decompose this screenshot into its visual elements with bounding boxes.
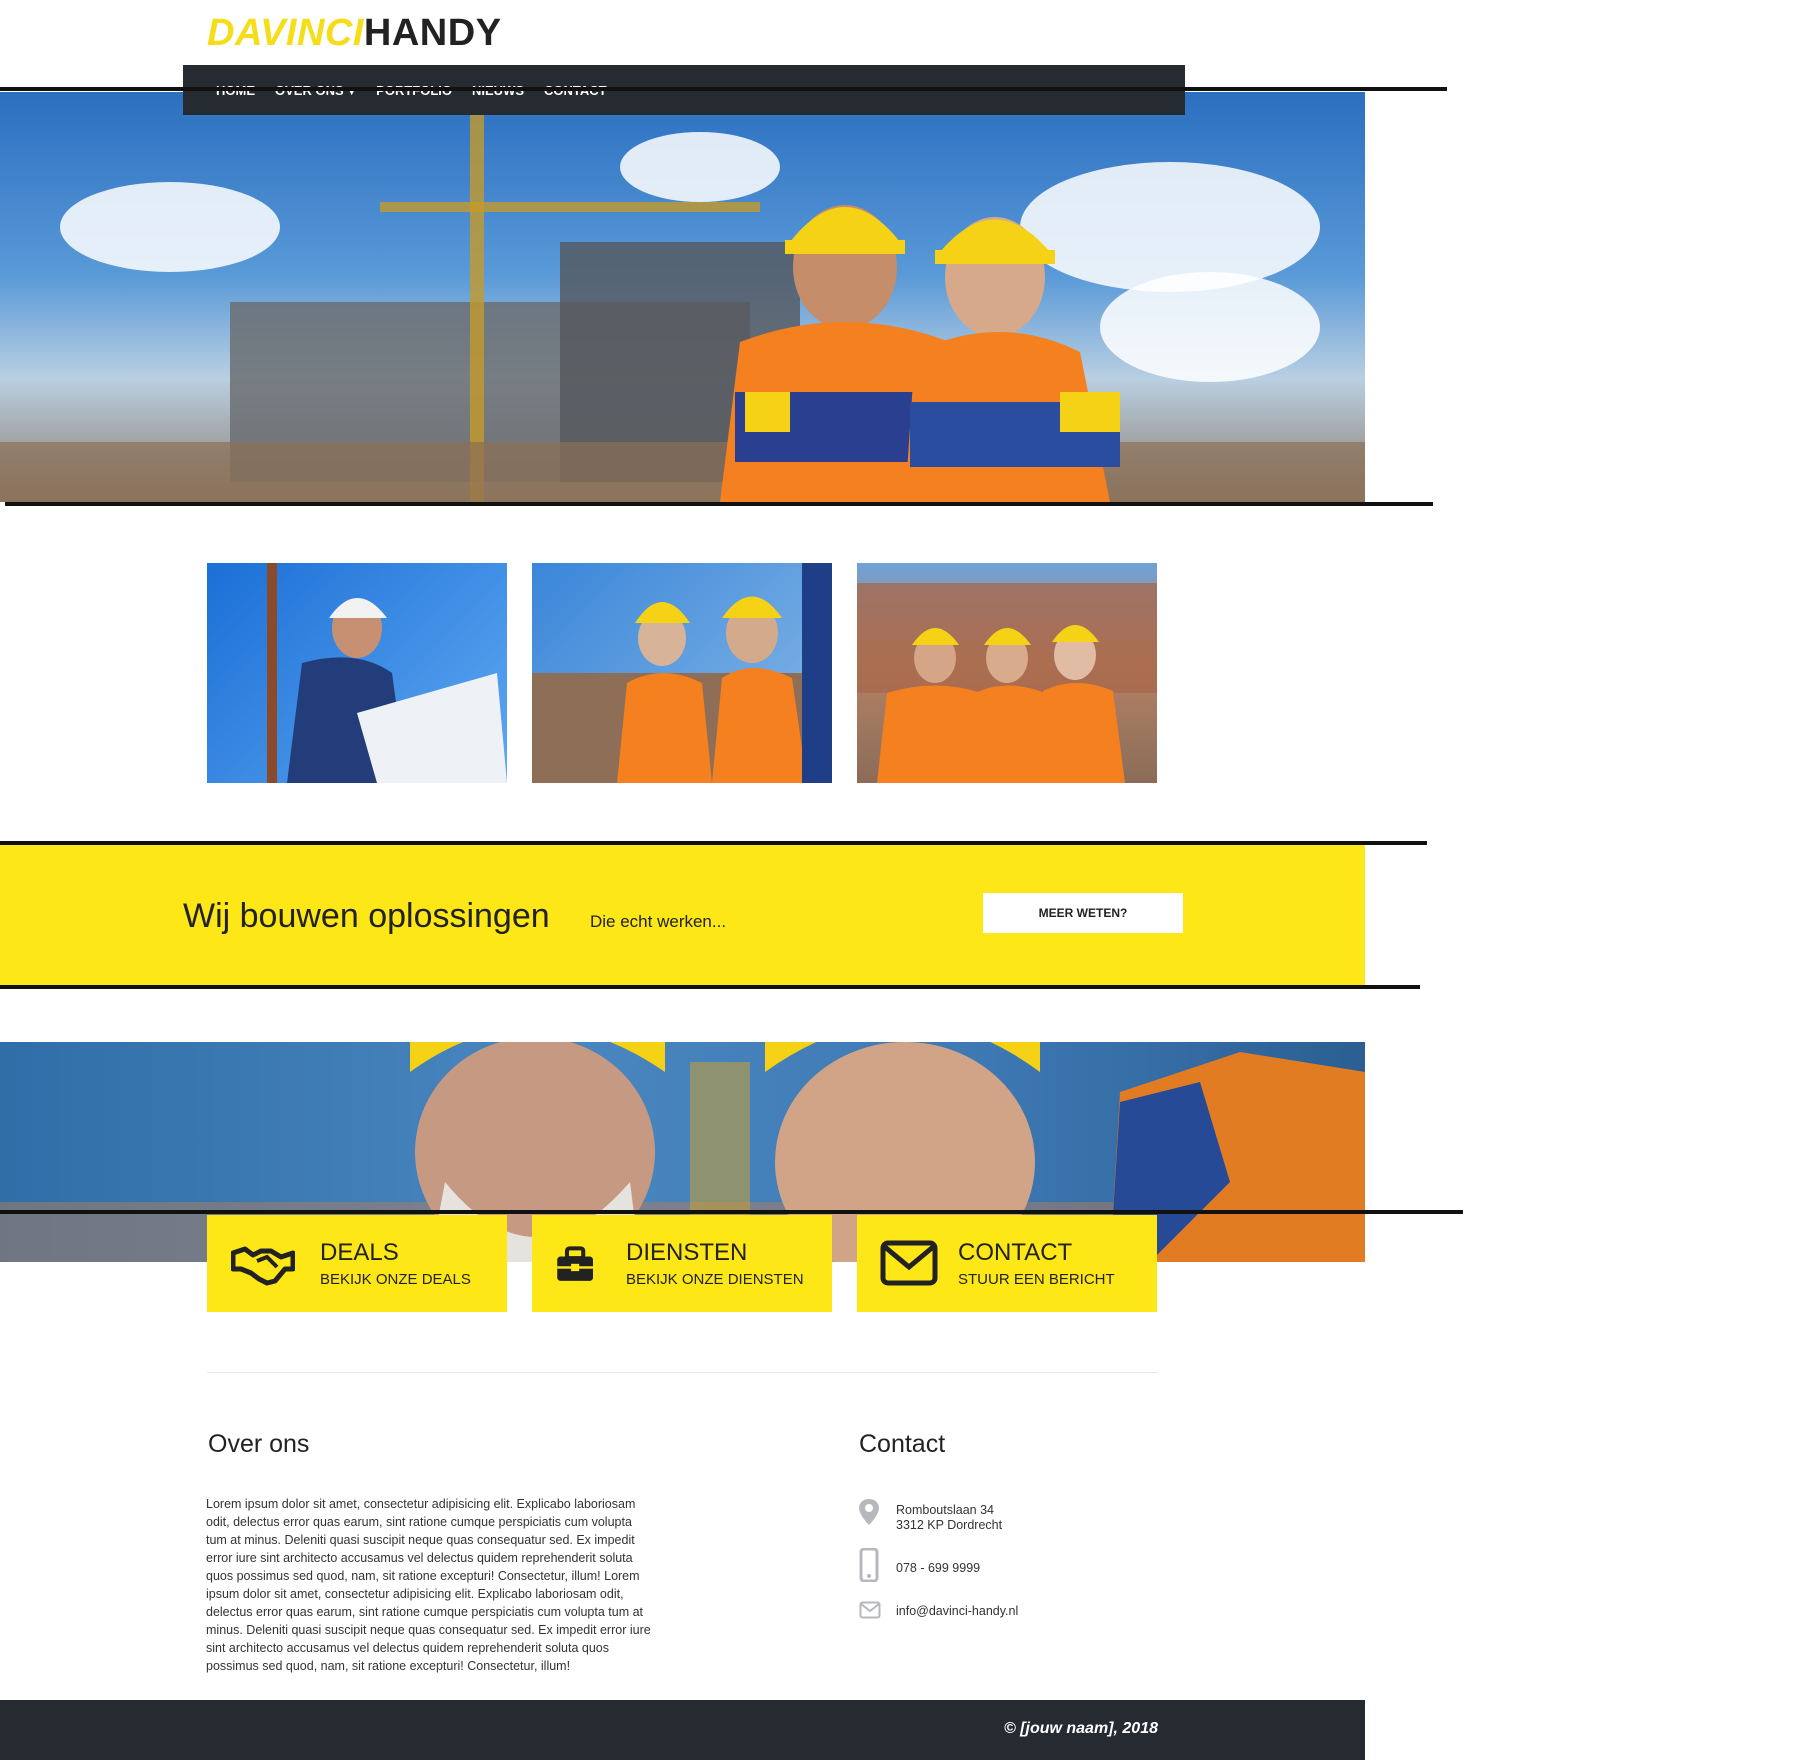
footer-copyright: © [jouw naam], 2018	[1003, 1720, 1158, 1737]
footer: © [jouw naam], 2018	[0, 1700, 1365, 1760]
logo-part-davinci: DAVINCI	[207, 12, 364, 54]
section-divider	[207, 1372, 1158, 1373]
thumbnail-workers-three[interactable]	[857, 563, 1157, 783]
about-heading: Over ons	[208, 1430, 310, 1458]
phone-icon	[859, 1548, 879, 1582]
feature-deals-title: DEALS	[320, 1239, 399, 1266]
feature-contact-title: CONTACT	[958, 1239, 1073, 1266]
contact-phone[interactable]: 078 - 699 9999	[896, 1561, 980, 1576]
feature-diensten-subtitle: BEKIJK ONZE DIENSTEN	[626, 1271, 804, 1288]
meer-weten-button[interactable]: MEER WETEN?	[983, 893, 1183, 933]
feature-contact[interactable]: CONTACT STUUR EEN BERICHT	[857, 1215, 1157, 1312]
contact-heading: Contact	[859, 1430, 946, 1458]
cta-title: Wij bouwen oplossingen	[183, 897, 550, 935]
annotation-line	[0, 87, 1447, 91]
contact-address-line1: Romboutslaan 34	[896, 1503, 994, 1517]
annotation-line	[0, 1210, 1463, 1214]
about-text: Lorem ipsum dolor sit amet, consectetur …	[206, 1497, 651, 1673]
contact-address: Romboutslaan 34 3312 KP Dordrecht	[896, 1503, 1002, 1533]
thumbnail-workers-two[interactable]	[532, 563, 832, 783]
annotation-line	[5, 502, 1433, 506]
hero-image	[0, 92, 1365, 502]
feature-deals[interactable]: DEALS BEKIJK ONZE DEALS	[207, 1215, 507, 1312]
feature-diensten[interactable]: DIENSTEN BEKIJK ONZE DIENSTEN	[532, 1215, 832, 1312]
toolbox-icon	[557, 1246, 593, 1281]
annotation-line	[0, 985, 1420, 989]
contact-email[interactable]: info@davinci-handy.nl	[896, 1604, 1018, 1619]
cta-subtitle: Die echt werken...	[590, 912, 727, 931]
thumbnail-architect[interactable]	[207, 563, 507, 783]
location-pin-icon	[859, 1499, 879, 1525]
envelope-icon	[859, 1601, 881, 1619]
hero-scene	[0, 112, 1365, 502]
feature-deals-subtitle: BEKIJK ONZE DEALS	[320, 1271, 471, 1288]
worker-right-illustration	[905, 217, 1120, 502]
feature-diensten-title: DIENSTEN	[626, 1239, 748, 1266]
envelope-icon	[880, 1240, 938, 1286]
handshake-icon	[231, 1246, 295, 1286]
logo-part-handy: HANDY	[363, 12, 502, 54]
logo[interactable]: DAVINCIHANDY	[207, 12, 502, 55]
contact-address-line2: 3312 KP Dordrecht	[896, 1518, 1003, 1532]
feature-contact-subtitle: STUUR EEN BERICHT	[958, 1271, 1115, 1288]
